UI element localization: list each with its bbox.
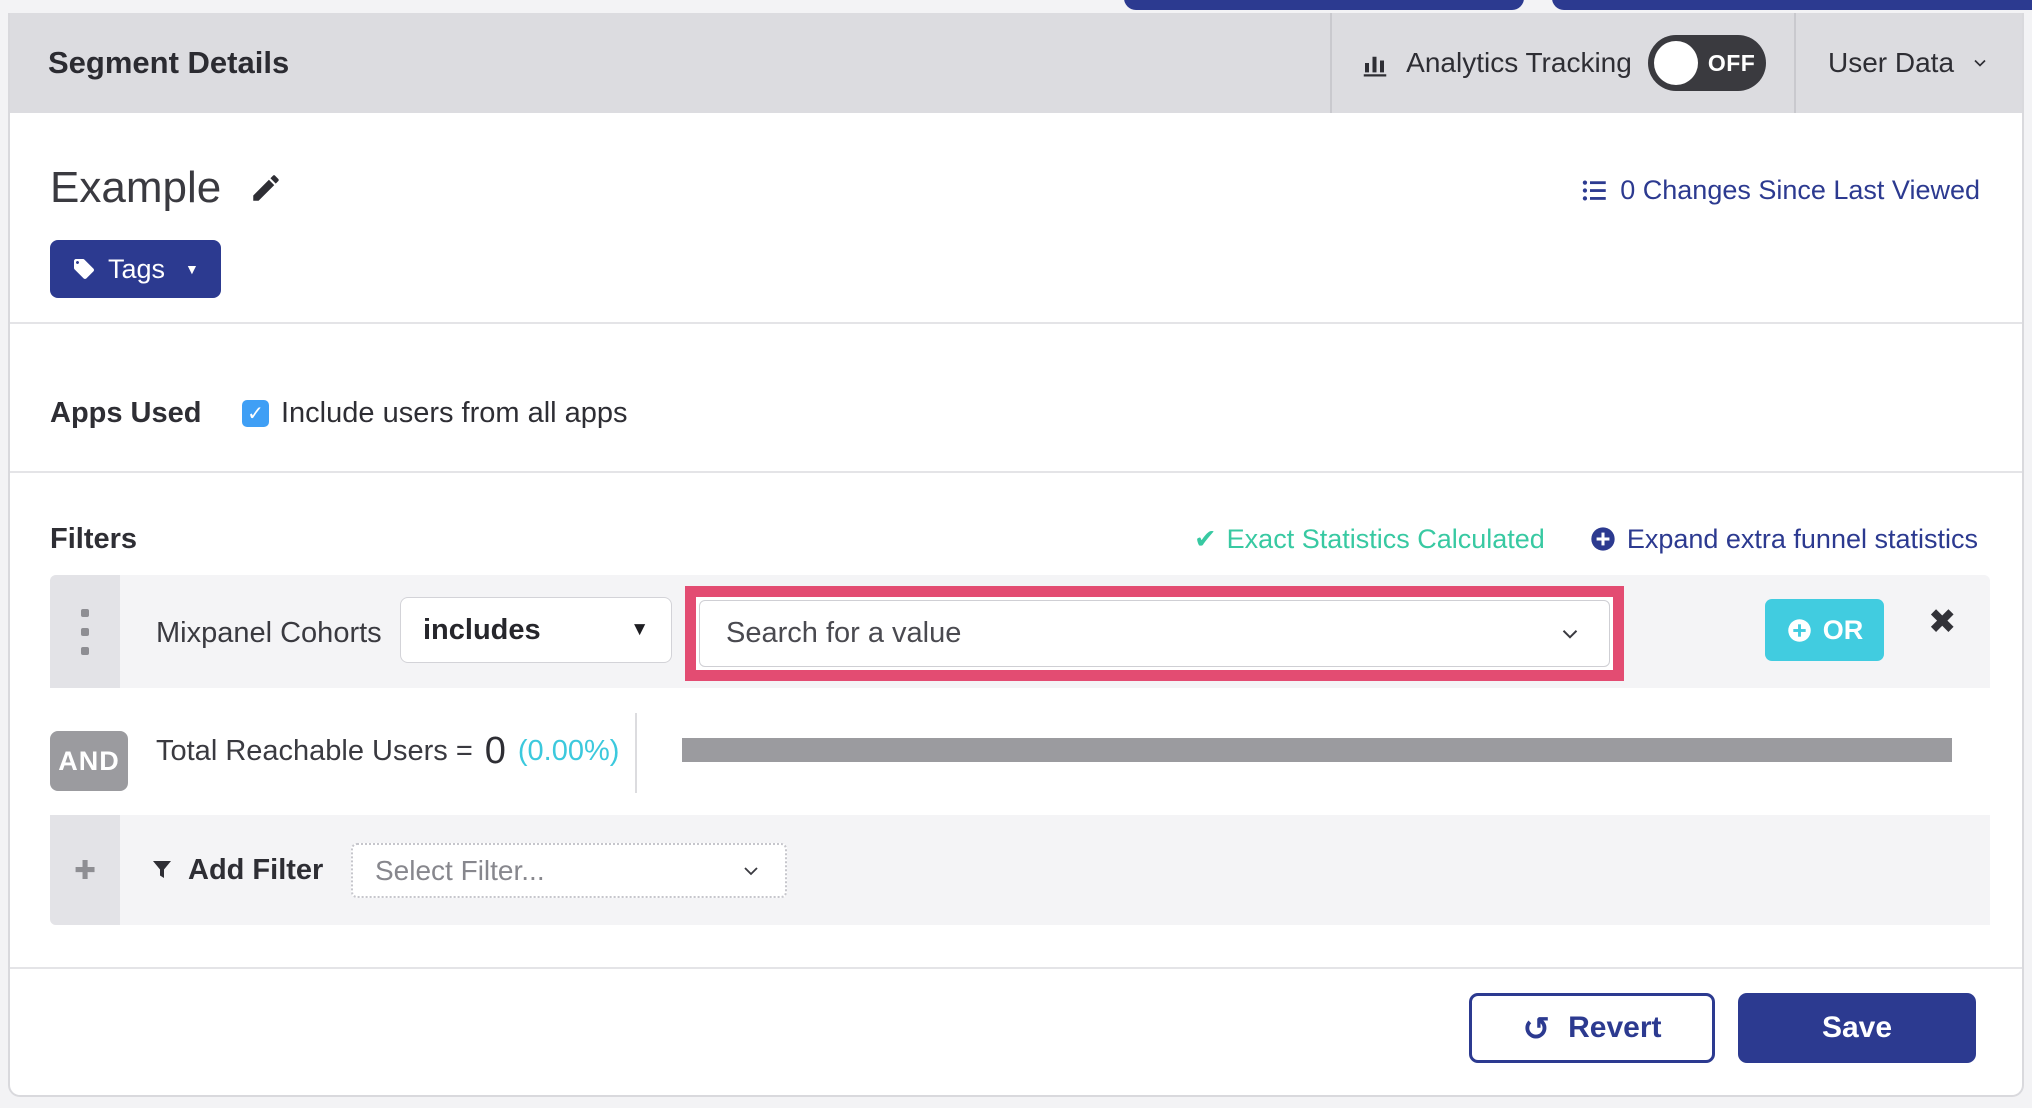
revert-icon: ↺ (1522, 1009, 1551, 1047)
apps-used-label: Apps Used (50, 396, 202, 429)
card-header-left: Segment Details (10, 13, 1330, 113)
bar-chart-icon (1363, 56, 1387, 77)
plus-circle-icon (1591, 527, 1615, 551)
filter-row: Mixpanel Cohorts includes ▼ Search for a… (50, 575, 1990, 688)
total-reachable-users: Total Reachable Users = 0 (0.00%) (156, 688, 619, 815)
reachable-users-percent: (0.00%) (517, 735, 620, 767)
caret-down-icon: ▼ (185, 261, 199, 277)
add-filter-row: ✚ Add Filter Select Filter... (50, 815, 1990, 925)
drag-handle[interactable] (50, 575, 120, 688)
segment-name: Example (50, 163, 222, 212)
toggle-knob (1653, 41, 1698, 85)
user-data-dropdown[interactable]: User Data (1794, 13, 2022, 113)
check-icon: ✔ (1194, 523, 1217, 554)
analytics-tracking-label: Analytics Tracking (1406, 47, 1632, 78)
value-search-select[interactable]: Search for a value (699, 600, 1610, 667)
filter-field-label: Mixpanel Cohorts (156, 617, 382, 649)
cutoff-button-left[interactable] (1124, 0, 1524, 10)
toggle-state-label: OFF (1707, 49, 1756, 76)
filters-header-row: Filters ✔ Exact Statistics Calculated Ex… (50, 511, 1978, 567)
and-badge-label: AND (58, 745, 120, 776)
reachable-users-label: Total Reachable Users = (156, 735, 473, 767)
user-data-label: User Data (1827, 47, 1955, 78)
checkmark-icon: ✓ (247, 402, 264, 425)
segment-details-page: { "header": { "title": "Segment Details"… (0, 0, 2032, 1108)
segment-details-card: Segment Details Analytics Tracking OFF U… (8, 13, 2024, 1097)
select-filter-placeholder: Select Filter... (375, 854, 545, 886)
operator-select[interactable]: includes ▼ (400, 597, 672, 663)
select-filter-dropdown[interactable]: Select Filter... (351, 843, 787, 898)
save-button[interactable]: Save (1738, 993, 1976, 1063)
chevron-down-icon (744, 866, 758, 875)
analytics-tracking-toggle[interactable]: OFF (1647, 35, 1766, 91)
caret-down-icon: ▼ (630, 619, 649, 640)
filters-heading: Filters (50, 522, 138, 555)
chevron-down-icon (1562, 629, 1578, 639)
tags-button[interactable]: Tags ▼ (50, 240, 221, 298)
annotation-highlight-box: Search for a value (685, 586, 1624, 681)
include-all-apps-checkbox[interactable]: ✓ (242, 399, 269, 427)
section-divider (10, 322, 2022, 324)
apps-used-row: Apps Used ✓ Include users from all apps (50, 385, 628, 441)
drag-dot-icon (81, 627, 89, 636)
analytics-tracking-section: Analytics Tracking OFF (1330, 13, 1794, 113)
drag-dot-icon (81, 646, 89, 655)
or-button-label: OR (1822, 614, 1864, 645)
expand-funnel-statistics-label: Expand extra funnel statistics (1626, 523, 1978, 554)
reach-progress-bar (682, 738, 1952, 762)
reachable-users-value: 0 (484, 730, 506, 772)
cutoff-button-right[interactable] (1552, 0, 2032, 10)
tags-button-label: Tags (108, 253, 166, 284)
plus-icon: ✚ (74, 854, 96, 885)
add-filter-plus-column[interactable]: ✚ (50, 815, 120, 925)
revert-button-label: Revert (1568, 1011, 1662, 1044)
expand-funnel-statistics-link[interactable]: Expand extra funnel statistics (1589, 524, 1978, 555)
funnel-icon (153, 861, 171, 878)
page-title: Segment Details (48, 45, 290, 80)
operator-value: includes (423, 613, 541, 646)
exact-statistics-label: Exact Statistics Calculated (1226, 523, 1545, 554)
section-divider (10, 471, 2022, 473)
segment-title-block: Example (50, 163, 283, 213)
changes-since-last-viewed-link[interactable]: 0 Changes Since Last Viewed (1581, 175, 1980, 206)
filter-rows: Mixpanel Cohorts includes ▼ Search for a… (50, 575, 1990, 925)
add-filter-label: Add Filter (188, 853, 324, 886)
remove-filter-icon[interactable]: ✖ (1928, 605, 1957, 639)
card-header: Segment Details Analytics Tracking OFF U… (10, 13, 2022, 113)
exact-statistics-status: ✔ Exact Statistics Calculated (1194, 524, 1545, 555)
plus-circle-icon (1788, 618, 1811, 642)
edit-pencil-icon[interactable] (249, 171, 283, 205)
changes-link-label: 0 Changes Since Last Viewed (1620, 175, 1980, 205)
vertical-divider (635, 713, 637, 793)
footer-divider (10, 967, 2022, 969)
save-button-label: Save (1821, 1011, 1893, 1044)
add-filter-label-group: Add Filter (150, 815, 323, 925)
tag-icon (74, 259, 94, 279)
chevron-down-icon (1974, 59, 1986, 67)
revert-button[interactable]: ↺ Revert (1469, 993, 1715, 1063)
and-conjunction-badge: AND (50, 731, 128, 791)
include-all-apps-label: Include users from all apps (281, 396, 628, 429)
change-list-icon (1583, 180, 1606, 201)
reachable-users-row: AND Total Reachable Users = 0 (0.00%) (50, 688, 1990, 815)
add-or-condition-button[interactable]: OR (1765, 599, 1884, 661)
value-select-placeholder: Search for a value (726, 617, 962, 649)
drag-dot-icon (81, 608, 89, 617)
